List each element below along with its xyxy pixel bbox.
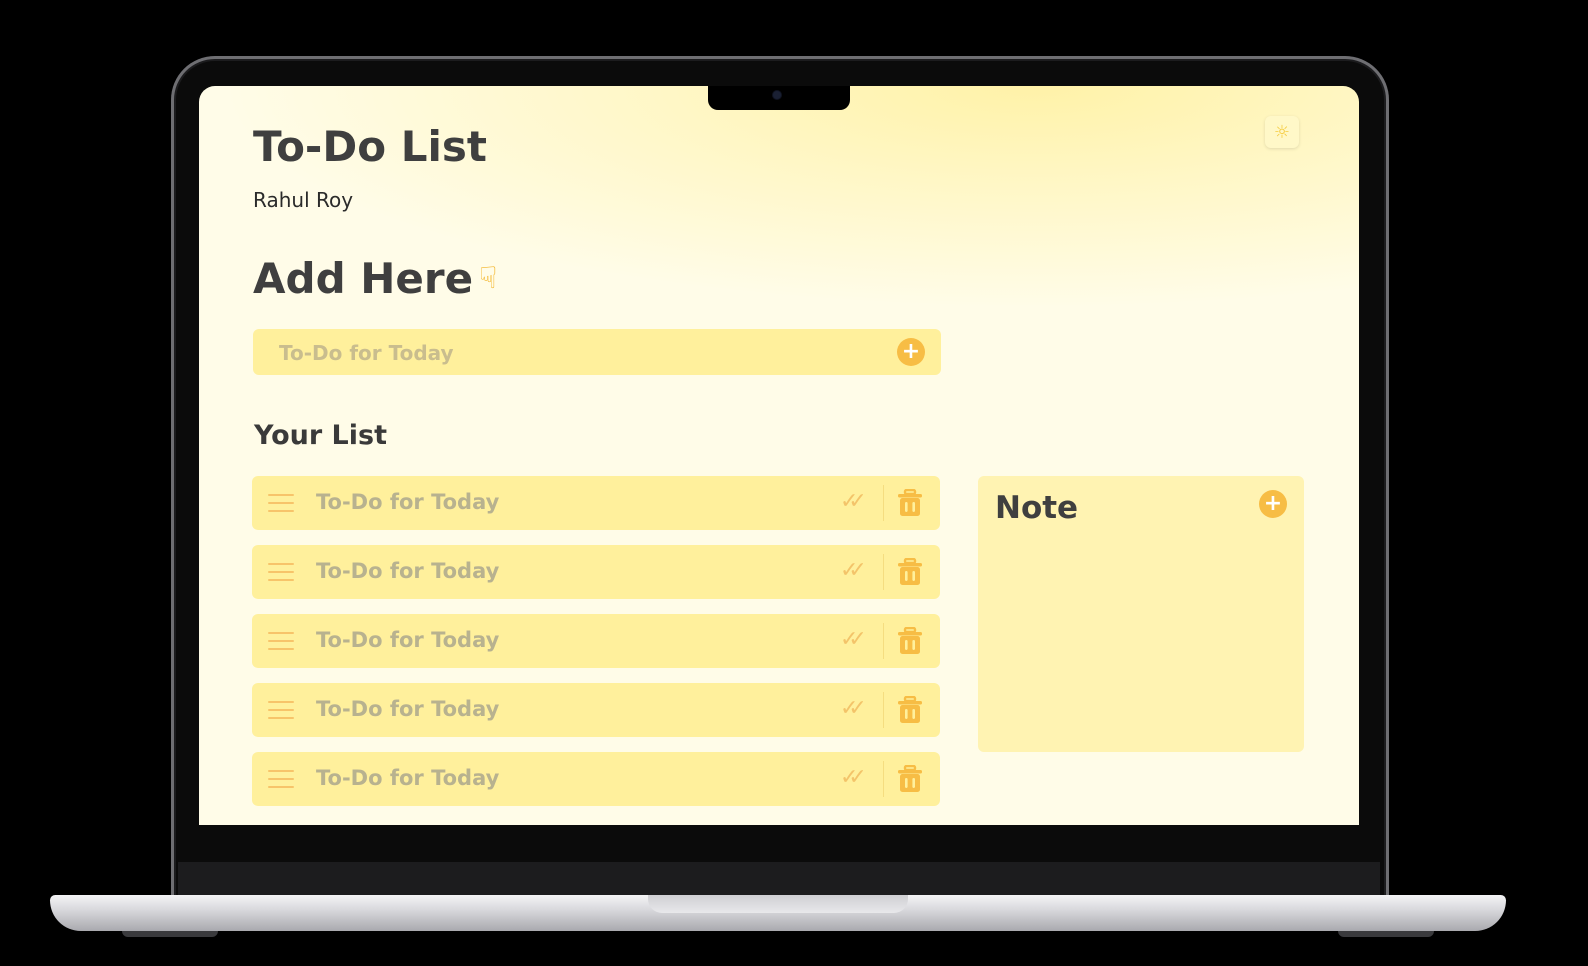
trash-icon — [898, 627, 922, 654]
row-divider — [883, 485, 884, 521]
mark-done-button[interactable]: ✓✓ — [840, 765, 874, 793]
row-divider — [883, 554, 884, 590]
note-title: Note — [995, 490, 1079, 526]
todo-item: To-Do for Today ✓✓ — [252, 476, 940, 530]
mark-done-button[interactable]: ✓✓ — [840, 696, 874, 724]
todo-item: To-Do for Today ✓✓ — [252, 683, 940, 737]
screen-notch — [708, 86, 850, 110]
add-todo-button[interactable]: + — [897, 338, 925, 366]
add-todo-bar: + — [253, 329, 941, 377]
double-check-icon: ✓✓ — [840, 696, 867, 721]
laptop-base — [50, 895, 1506, 931]
todo-item: To-Do for Today ✓✓ — [252, 545, 940, 599]
laptop-opening-notch — [648, 895, 908, 913]
plus-icon: + — [901, 339, 921, 364]
drag-handle-icon[interactable] — [268, 494, 294, 512]
user-name: Rahul Roy — [253, 188, 354, 212]
laptop-foot — [1338, 931, 1434, 937]
mark-done-button[interactable]: ✓✓ — [840, 558, 874, 586]
drag-handle-icon[interactable] — [268, 701, 294, 719]
delete-button[interactable] — [897, 558, 923, 586]
row-divider — [883, 692, 884, 728]
delete-button[interactable] — [897, 696, 923, 724]
drag-handle-icon[interactable] — [268, 770, 294, 788]
double-check-icon: ✓✓ — [840, 765, 867, 790]
note-card: Note + — [978, 476, 1304, 752]
trash-icon — [898, 765, 922, 792]
add-section-heading: Add Here ☟ — [253, 254, 497, 303]
pointing-down-hand-icon: ☟ — [479, 261, 498, 296]
theme-toggle-icon: ☼ — [1273, 121, 1291, 143]
delete-button[interactable] — [897, 489, 923, 517]
todo-item-text: To-Do for Today — [316, 628, 500, 652]
mark-done-button[interactable]: ✓✓ — [840, 489, 874, 517]
list-section-heading: Your List — [254, 420, 387, 451]
todo-item-text: To-Do for Today — [316, 697, 500, 721]
todo-item: To-Do for Today ✓✓ — [252, 752, 940, 806]
todo-item-text: To-Do for Today — [316, 766, 500, 790]
todo-item-text: To-Do for Today — [316, 559, 500, 583]
camera-icon — [773, 91, 781, 99]
todo-list: To-Do for Today ✓✓ To-Do for Today ✓✓ To… — [252, 476, 940, 821]
add-todo-input[interactable] — [277, 329, 881, 377]
trash-icon — [898, 696, 922, 723]
double-check-icon: ✓✓ — [840, 489, 867, 514]
laptop-bottom-bezel — [178, 862, 1380, 896]
app-screen: To-Do List Rahul Roy ☼ Add Here ☟ + Your… — [199, 86, 1359, 825]
plus-icon: + — [1263, 491, 1283, 516]
mark-done-button[interactable]: ✓✓ — [840, 627, 874, 655]
todo-item: To-Do for Today ✓✓ — [252, 614, 940, 668]
drag-handle-icon[interactable] — [268, 632, 294, 650]
drag-handle-icon[interactable] — [268, 563, 294, 581]
double-check-icon: ✓✓ — [840, 558, 867, 583]
trash-icon — [898, 558, 922, 585]
double-check-icon: ✓✓ — [840, 627, 867, 652]
delete-button[interactable] — [897, 627, 923, 655]
row-divider — [883, 623, 884, 659]
add-heading-label: Add Here — [253, 254, 474, 303]
add-note-button[interactable]: + — [1259, 490, 1287, 518]
delete-button[interactable] — [897, 765, 923, 793]
todo-item-text: To-Do for Today — [316, 490, 500, 514]
theme-toggle-button[interactable]: ☼ — [1265, 116, 1299, 148]
laptop-foot — [122, 931, 218, 937]
row-divider — [883, 761, 884, 797]
page-title: To-Do List — [253, 122, 487, 171]
trash-icon — [898, 489, 922, 516]
